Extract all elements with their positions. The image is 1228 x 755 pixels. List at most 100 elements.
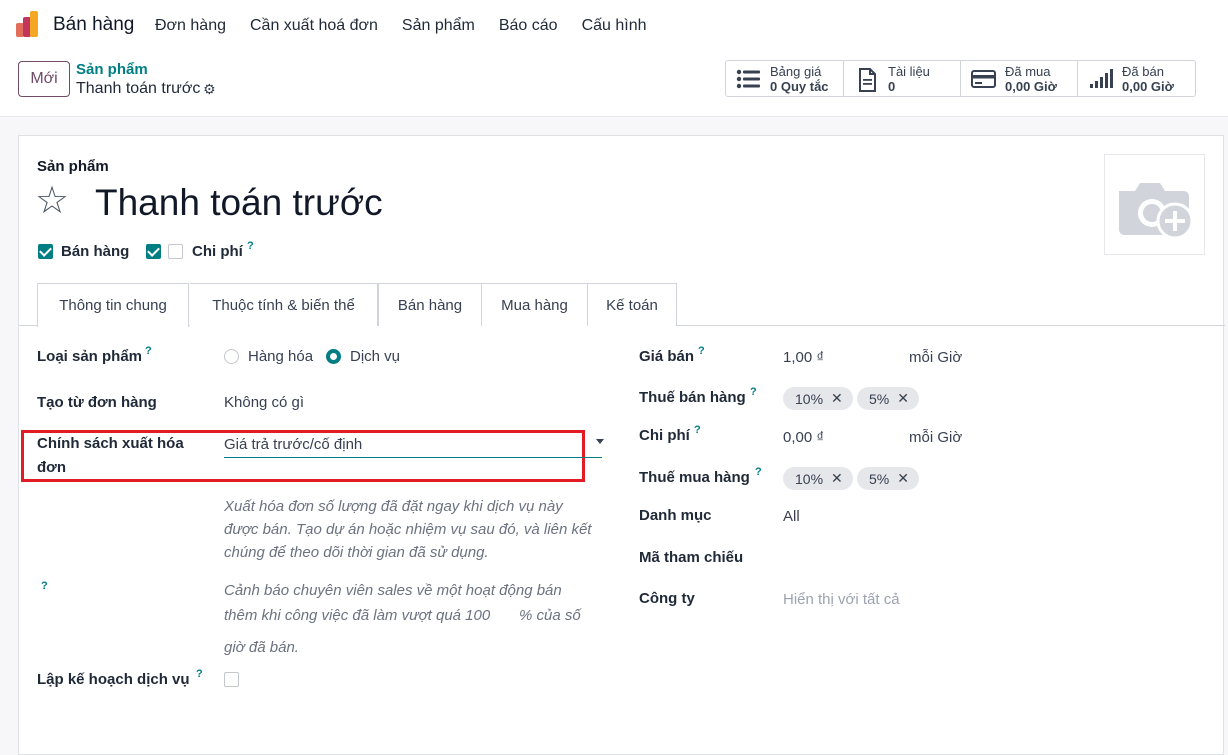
menu-item-orders[interactable]: Đơn hàng <box>155 17 226 35</box>
product-type-label: Loại sản phẩm <box>37 348 143 365</box>
smart-buttons: Bảng giá 0 Quy tắc Tài liệu 0 Đã mua 0,0… <box>725 60 1196 97</box>
tab-purchase[interactable]: Mua hàng <box>481 283 588 326</box>
new-button[interactable]: Mới <box>18 61 70 97</box>
cost-field[interactable]: 0,00 ₫ <box>783 429 824 446</box>
help-tooltip-icon[interactable]: ? <box>750 386 757 398</box>
upsell-help-line2: thêm khi công việc đã làm vượt quá 100 <box>224 607 491 624</box>
form-sheet: Sản phẩm ☆ Thanh toán trước Bán hàng Chi… <box>18 135 1225 755</box>
can-be-expensed-checkbox-a[interactable] <box>146 244 161 259</box>
help-tooltip-icon[interactable]: ? <box>145 345 152 357</box>
help-tooltip-icon[interactable]: ? <box>247 240 254 252</box>
top-navbar: Bán hàng Đơn hàng Cần xuất hoá đơn Sản p… <box>0 0 1228 50</box>
pricelist-label: Bảng giá <box>770 63 822 79</box>
tag-label: 5% <box>869 390 890 407</box>
tab-attributes-variants[interactable]: Thuộc tính & biến thể <box>190 283 378 326</box>
pricelist-value: 0 Quy tắc <box>770 78 829 94</box>
reference-field[interactable] <box>783 549 1163 567</box>
upsell-help-line3: giờ đã bán. <box>224 639 299 656</box>
plan-service-checkbox[interactable] <box>224 672 239 687</box>
sale-price-unit: mỗi Giờ <box>909 349 963 366</box>
sold-value: 0,00 Giờ <box>1122 78 1174 94</box>
app-name[interactable]: Bán hàng <box>53 14 134 36</box>
documents-button[interactable]: Tài liệu 0 <box>844 61 961 96</box>
help-tooltip-icon[interactable]: ? <box>755 466 762 478</box>
product-name-field[interactable]: Thanh toán trước <box>95 182 383 224</box>
help-tooltip-icon[interactable]: ? <box>694 424 701 436</box>
reference-label: Mã tham chiếu <box>639 549 744 566</box>
camera-plus-icon <box>1119 183 1194 240</box>
category-field[interactable]: All <box>783 508 800 525</box>
purchase-tax-tag[interactable]: 10% ✕ <box>783 467 853 490</box>
close-icon[interactable]: ✕ <box>897 470 909 487</box>
invoice-policy-label-line1: Chính sách xuất hóa <box>37 435 184 452</box>
close-icon[interactable]: ✕ <box>831 470 843 487</box>
create-from-order-label: Tạo từ đơn hàng <box>37 394 157 411</box>
credit-card-icon <box>971 68 997 90</box>
radio-goods[interactable] <box>224 349 239 364</box>
tag-label: 10% <box>795 470 824 487</box>
help-tooltip-icon[interactable]: ? <box>698 345 705 357</box>
tab-sales[interactable]: Bán hàng <box>378 283 482 326</box>
control-panel: Mới Sản phẩm Thanh toán trước ⚙ Bảng giá… <box>0 50 1228 117</box>
purchased-label: Đã mua <box>1005 63 1051 79</box>
help-tooltip-icon[interactable]: ? <box>196 668 203 680</box>
documents-value: 0 <box>888 78 896 94</box>
sale-price-field[interactable]: 1,00 ₫ <box>783 349 824 366</box>
sold-label: Đã bán <box>1122 63 1164 79</box>
close-icon[interactable]: ✕ <box>831 390 843 407</box>
product-image-placeholder[interactable] <box>1104 154 1205 255</box>
gear-icon[interactable]: ⚙ <box>203 81 216 98</box>
star-icon[interactable]: ☆ <box>35 182 69 220</box>
app-logo-icon[interactable] <box>16 11 44 37</box>
tab-general-info[interactable]: Thông tin chung <box>37 283 189 327</box>
purchase-tax-tag[interactable]: 5% ✕ <box>857 467 919 490</box>
invoice-policy-help-line1: Xuất hóa đơn số lượng đã đặt ngay khi dị… <box>224 498 563 515</box>
sale-tax-label: Thuế bán hàng <box>639 389 746 406</box>
purchased-value: 0,00 Giờ <box>1005 78 1057 94</box>
category-label: Danh mục <box>639 507 712 524</box>
radio-service-label[interactable]: Dịch vụ <box>350 348 400 365</box>
invoice-policy-label-line2: đơn <box>37 459 66 476</box>
menu-item-products[interactable]: Sản phẩm <box>402 17 475 35</box>
menu-item-to-invoice[interactable]: Cần xuất hoá đơn <box>250 17 378 35</box>
sold-button[interactable]: Đã bán 0,00 Giờ <box>1078 61 1195 96</box>
product-section-label: Sản phẩm <box>37 158 109 175</box>
sale-tax-tag[interactable]: 10% ✕ <box>783 387 853 410</box>
notebook-tabs: Thông tin chung Thuộc tính & biến thể Bá… <box>19 283 1225 327</box>
invoice-policy-underline <box>224 457 602 458</box>
list-icon <box>736 68 762 90</box>
radio-goods-label[interactable]: Hàng hóa <box>248 348 313 365</box>
upsell-help-line2b: % của số <box>519 607 581 624</box>
tab-accounting[interactable]: Kế toán <box>587 283 677 326</box>
can-be-expensed-checkbox-b[interactable] <box>168 244 183 259</box>
purchased-button[interactable]: Đã mua 0,00 Giờ <box>961 61 1078 96</box>
menu-item-configuration[interactable]: Cấu hình <box>582 17 647 35</box>
document-icon <box>854 67 880 92</box>
close-icon[interactable]: ✕ <box>897 390 909 407</box>
breadcrumb-parent[interactable]: Sản phẩm <box>76 61 148 78</box>
documents-label: Tài liệu <box>888 63 930 79</box>
purchase-tax-label: Thuế mua hàng <box>639 469 750 486</box>
can-be-sold-label: Bán hàng <box>61 243 130 260</box>
sale-tax-tag[interactable]: 5% ✕ <box>857 387 919 410</box>
radio-service[interactable] <box>326 349 341 364</box>
invoice-policy-select[interactable]: Giá trả trước/cố định <box>224 436 362 453</box>
help-tooltip-icon[interactable]: ? <box>41 580 48 592</box>
upsell-help-line1: Cảnh báo chuyên viên sales về một hoạt đ… <box>224 582 562 599</box>
plan-service-label: Lập kế hoạch dịch vụ <box>37 671 190 688</box>
bar-signal-icon <box>1088 68 1114 90</box>
cost-label: Chi phí <box>639 427 690 444</box>
pricelist-button[interactable]: Bảng giá 0 Quy tắc <box>726 61 844 96</box>
main-menu: Đơn hàng Cần xuất hoá đơn Sản phẩm Báo c… <box>155 17 671 35</box>
chevron-down-icon[interactable] <box>596 439 604 444</box>
sale-price-label: Giá bán <box>639 348 695 365</box>
menu-item-reporting[interactable]: Báo cáo <box>499 17 558 35</box>
can-be-sold-checkbox[interactable] <box>38 244 53 259</box>
create-from-order-select[interactable]: Không có gì <box>224 394 304 411</box>
invoice-policy-help-line2: được bán. Tạo dự án hoặc nhiệm vụ sau đó… <box>224 521 592 538</box>
breadcrumb-current: Thanh toán trước <box>76 80 201 97</box>
company-field[interactable]: Hiển thị với tất cả <box>783 591 900 608</box>
company-label: Công ty <box>639 590 695 607</box>
can-be-expensed-label: Chi phí <box>192 243 243 260</box>
tag-label: 5% <box>869 470 890 487</box>
